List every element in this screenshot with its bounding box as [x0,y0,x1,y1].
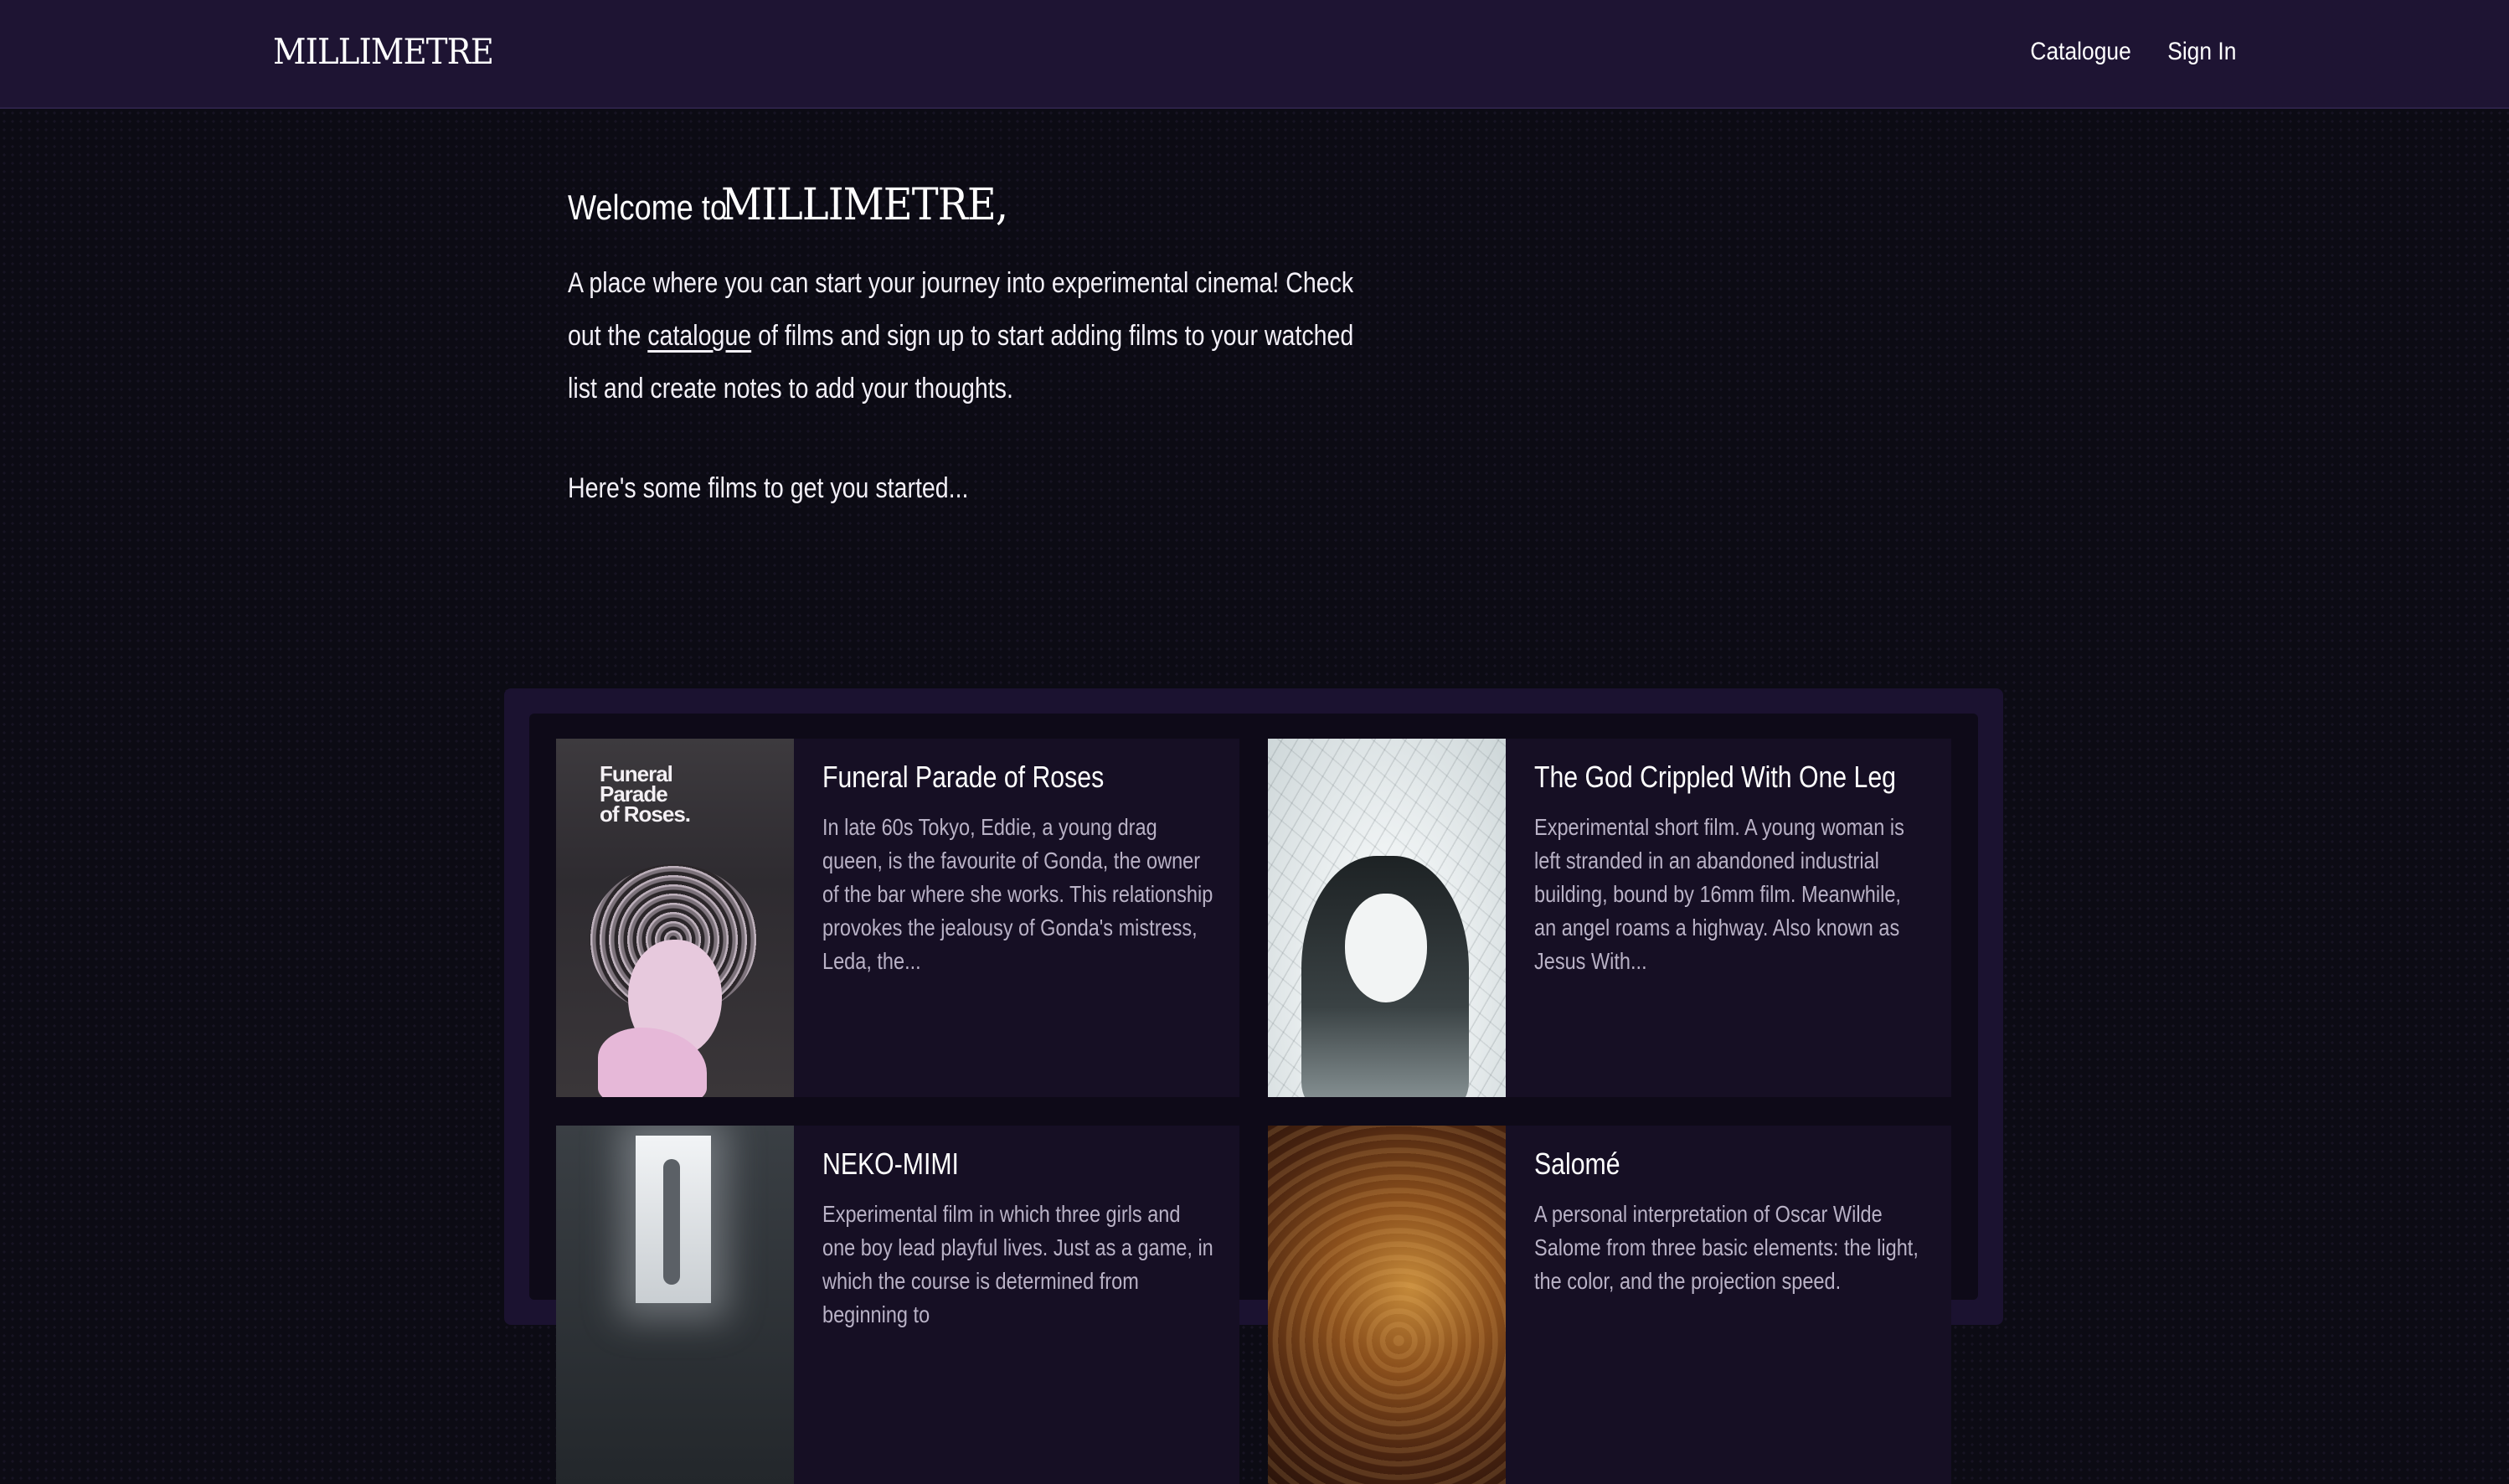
poster-figure [663,1159,680,1285]
welcome-prefix: Welcome to [568,188,728,227]
poster-title-line: of Roses. [600,801,691,827]
film-card-god-crippled[interactable]: The God Crippled With One Leg Experiment… [1268,739,1951,1097]
film-card-salome[interactable]: Salomé A personal interpretation of Osca… [1268,1126,1951,1484]
catalogue-link[interactable]: catalogue [647,320,751,352]
film-poster[interactable] [1268,739,1506,1097]
welcome-brand: MILLIMETRE, [720,180,1008,230]
film-card-body: Funeral Parade of Roses In late 60s Toky… [794,739,1239,1097]
poster-title-text: Funeral Parade of Roses. [600,763,691,827]
welcome-heading: Welcome to MILLIMETRE, [568,176,1405,237]
intro-section: Welcome to MILLIMETRE, A place where you… [568,176,1405,509]
film-card-neko-mimi[interactable]: NEKO-MIMI Experimental film in which thr… [556,1126,1239,1484]
film-description: Experimental short film. A young woman i… [1534,814,1904,974]
film-card-funeral-parade[interactable]: Funeral Parade of Roses. Funeral Parade of… [556,739,1239,1097]
film-poster[interactable] [556,1126,794,1484]
film-poster[interactable]: Funeral Parade of Roses. [556,739,794,1097]
nav-link-sign-in[interactable]: Sign In [2167,35,2236,69]
film-card-body: NEKO-MIMI Experimental film in which thr… [794,1126,1239,1484]
film-title[interactable]: Salomé [1534,1141,1928,1188]
navbar: MILLIMETRE Catalogue Sign In [0,0,2509,109]
film-title[interactable]: The God Crippled With One Leg [1534,754,1928,801]
brand-logo[interactable]: MILLIMETRE [273,30,494,74]
film-card-body: Salomé A personal interpretation of Osca… [1506,1126,1951,1484]
film-grid: Funeral Parade of Roses. Funeral Parade of… [529,714,1978,1484]
film-description: A personal interpretation of Oscar Wilde… [1534,1201,1919,1294]
film-title[interactable]: Funeral Parade of Roses [822,754,1216,801]
intro-paragraph: A place where you can start your journey… [568,257,1377,415]
film-poster[interactable] [1268,1126,1506,1484]
film-description: Experimental film in which three girls a… [822,1201,1213,1327]
film-card-body: The God Crippled With One Leg Experiment… [1506,739,1951,1097]
featured-films-panel: Funeral Parade of Roses. Funeral Parade of… [504,688,2003,1484]
poster-swirl [1268,1126,1506,1484]
nav-link-catalogue[interactable]: Catalogue [2030,35,2130,69]
film-title[interactable]: NEKO-MIMI [822,1141,1216,1188]
film-description: In late 60s Tokyo, Eddie, a young drag q… [822,814,1213,974]
started-text: Here's some films to get you started... [568,472,969,504]
poster-face [1345,894,1427,1002]
nav-links: Catalogue Sign In [2017,35,2236,69]
